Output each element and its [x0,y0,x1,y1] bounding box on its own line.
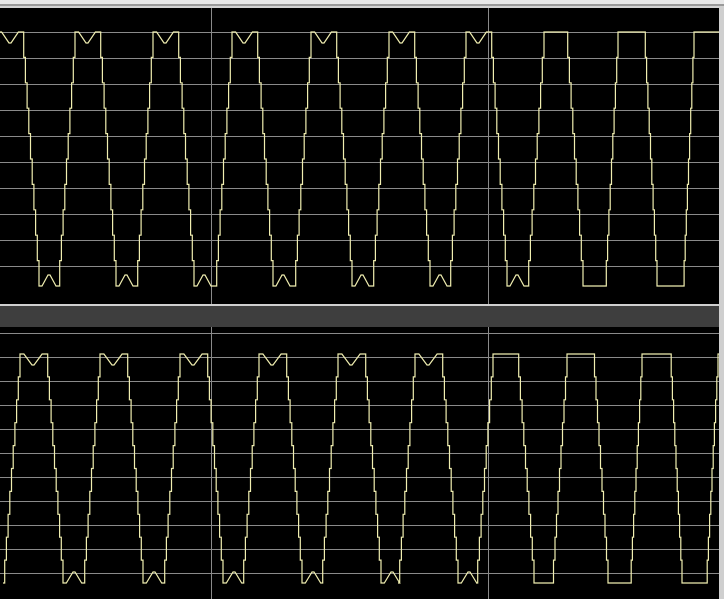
waveform-pane-bottom[interactable] [0,327,719,599]
right-border [719,6,724,599]
waveform-plot-bottom [0,327,719,599]
pane-separator-line [0,304,724,306]
trace-top [0,31,719,287]
grid-bottom [0,327,719,599]
waveform-plot-top [0,8,719,304]
waveform-pane-top[interactable] [0,8,719,304]
trace-bottom [3,353,719,584]
pane-separator[interactable] [0,304,724,327]
top-border-line [0,4,724,6]
